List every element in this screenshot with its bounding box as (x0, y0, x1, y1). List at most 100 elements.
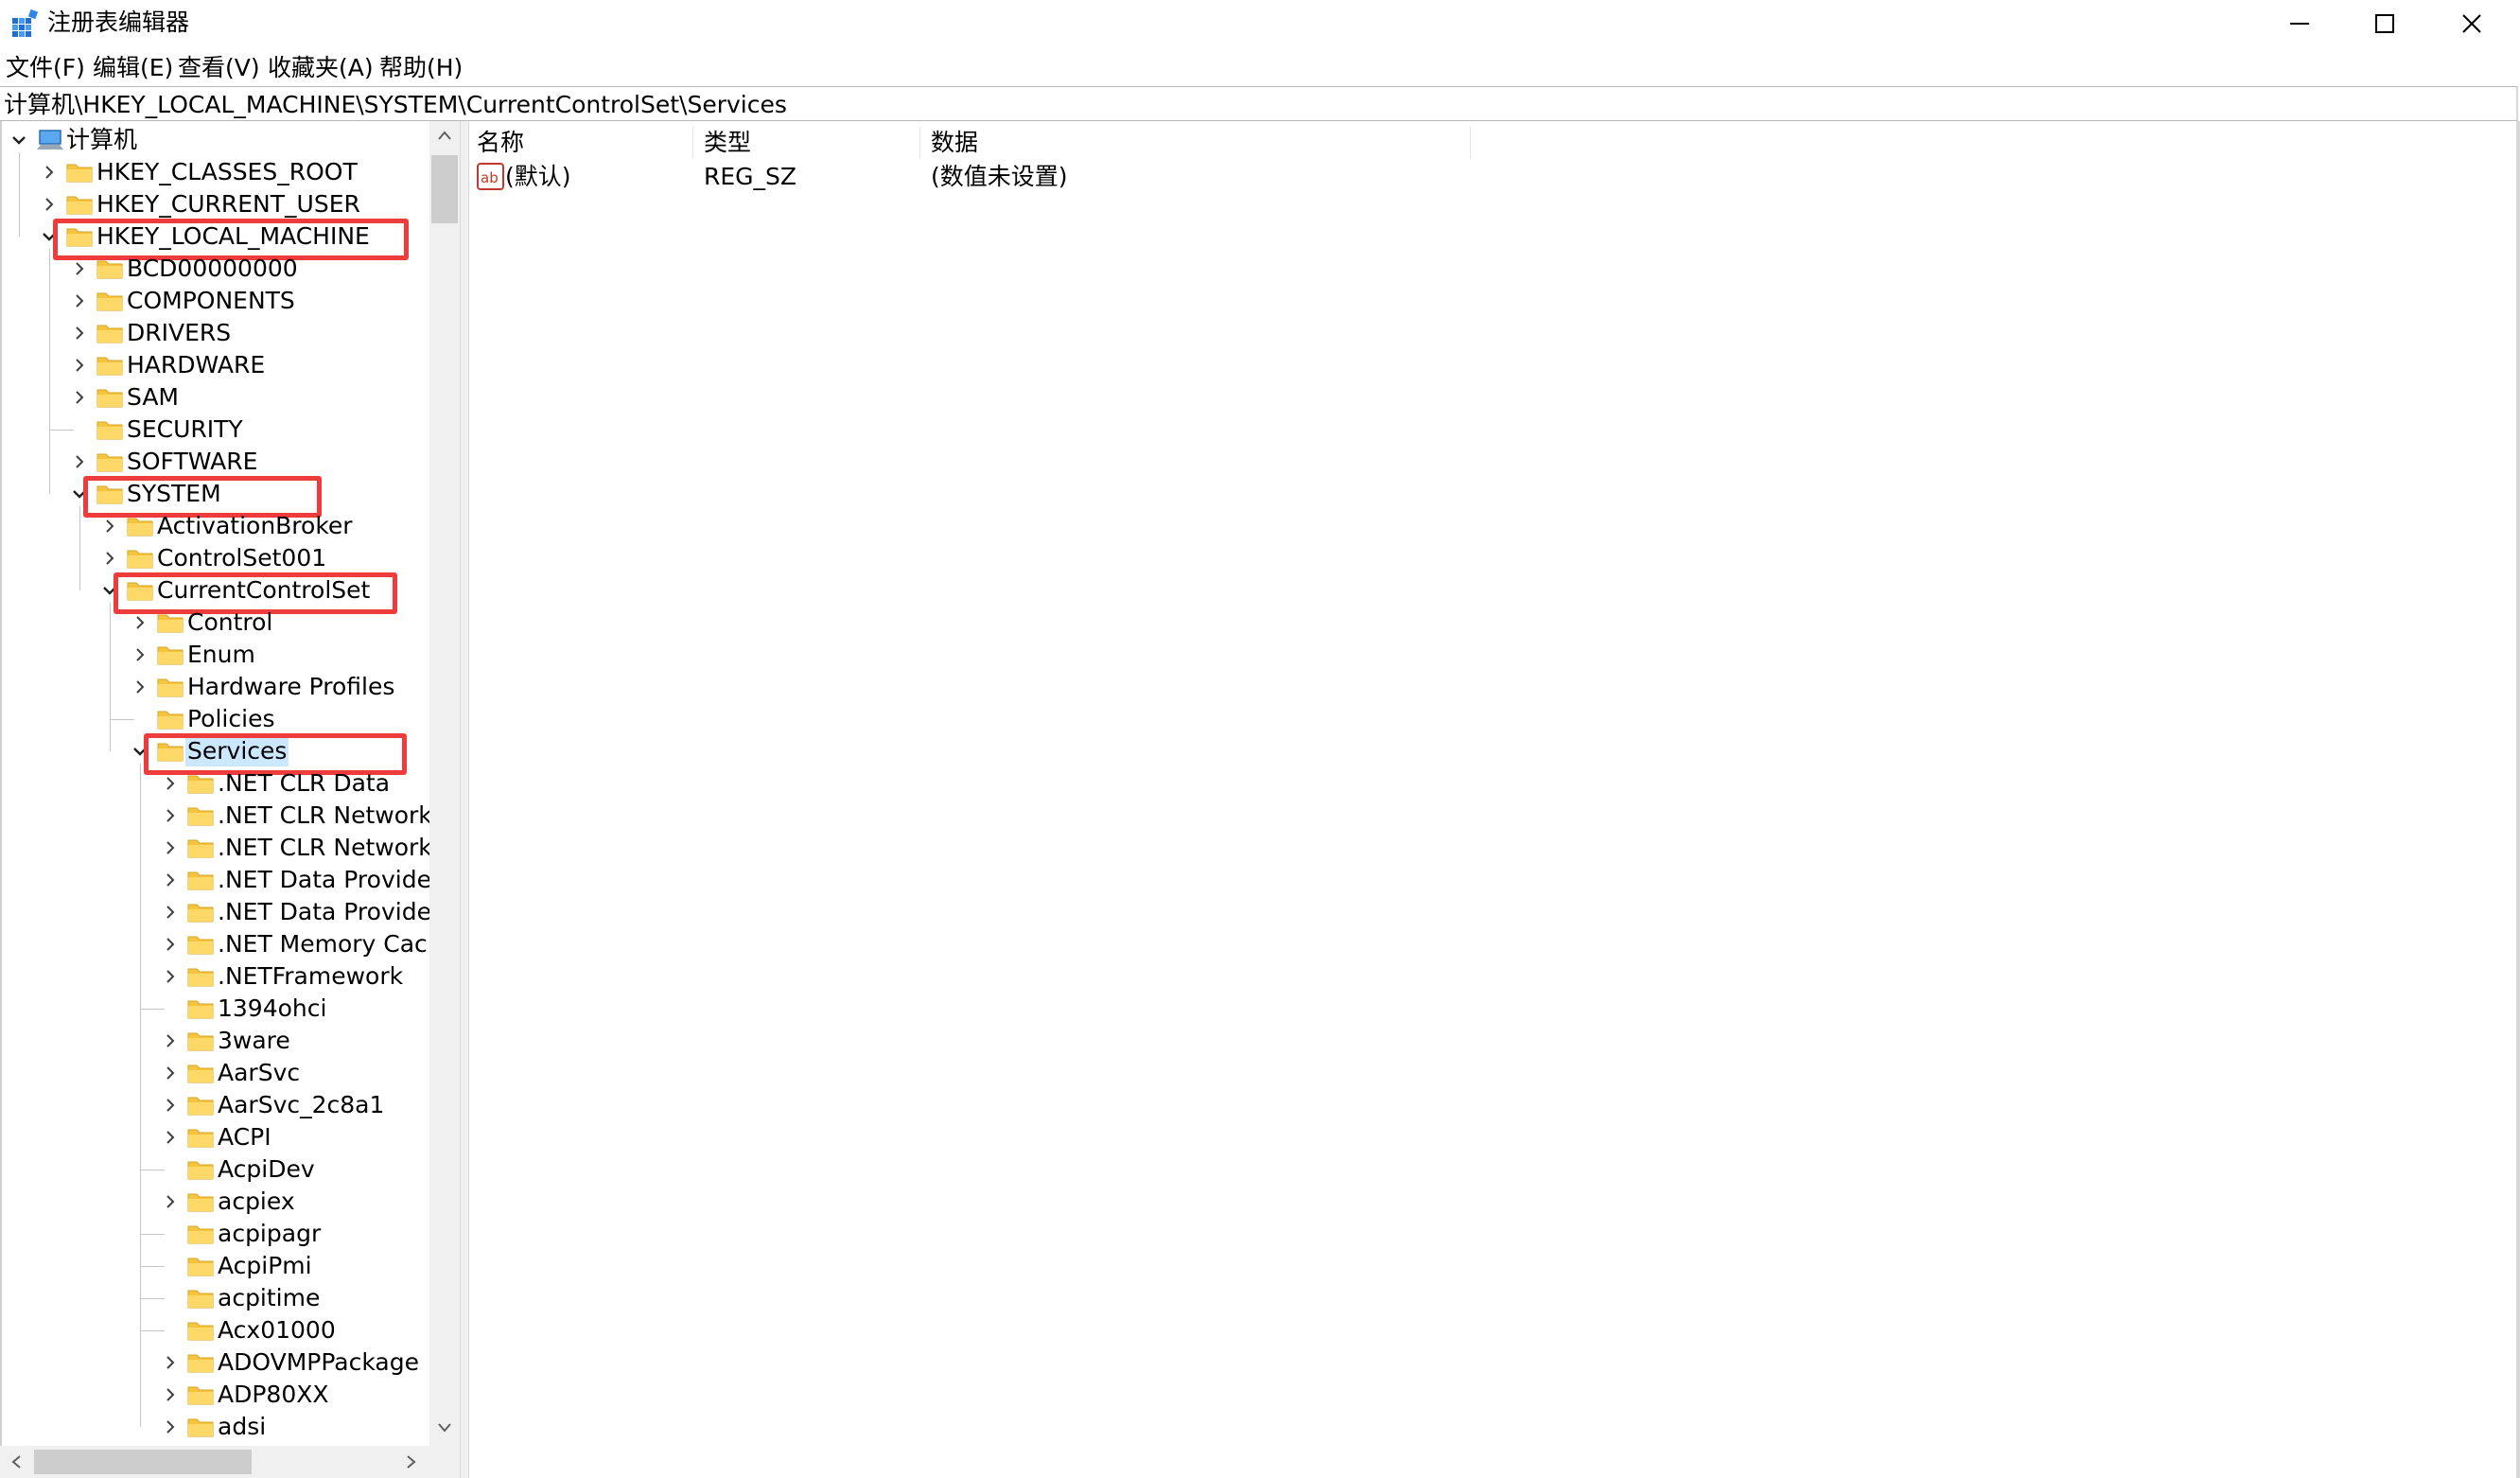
tree-node-label[interactable]: .NET Data Provider (218, 897, 441, 927)
chevron-right-icon[interactable] (159, 933, 182, 956)
tree-node-label[interactable]: Hardware Profiles (187, 672, 394, 702)
tree-node[interactable]: COMPONENTS (2, 285, 431, 317)
chevron-right-icon[interactable] (159, 1351, 182, 1374)
chevron-right-icon[interactable] (159, 965, 182, 988)
menu-view[interactable]: 查看(V) (178, 54, 260, 82)
minimize-button[interactable] (2257, 0, 2344, 49)
tree-node-label[interactable]: AcpiPmi (218, 1251, 312, 1281)
tree-node[interactable]: ACPI (2, 1121, 431, 1153)
column-header-name[interactable]: 名称 (477, 129, 524, 157)
value-name[interactable]: (默认) (505, 163, 571, 191)
tree-node[interactable]: AcpiDev (2, 1153, 431, 1186)
tree-horizontal-scrollbar[interactable] (0, 1446, 429, 1478)
tree-node-label[interactable]: ActivationBroker (157, 511, 353, 541)
tree-node-label[interactable]: CurrentControlSet (157, 575, 370, 606)
tree-node-label[interactable]: ControlSet001 (157, 543, 326, 573)
chevron-right-icon[interactable] (159, 1029, 182, 1052)
tree-node-label[interactable]: 计算机 (66, 125, 137, 155)
tree-node[interactable]: BCD00000000 (2, 253, 431, 285)
tree-node-label[interactable]: ADOVMPPackage (218, 1347, 419, 1378)
tree-node-label[interactable]: adsi (218, 1412, 266, 1442)
tree-node[interactable]: ADOVMPPackage (2, 1346, 431, 1379)
chevron-right-icon[interactable] (68, 386, 91, 409)
tree-node-label[interactable]: .NET Memory Cach (218, 929, 443, 959)
tree-node[interactable]: AarSvc (2, 1057, 431, 1089)
tree-node-label[interactable]: Control (187, 607, 272, 638)
chevron-right-icon[interactable] (129, 643, 151, 666)
chevron-down-icon[interactable] (8, 129, 30, 151)
chevron-right-icon[interactable] (129, 676, 151, 698)
tree-node[interactable]: acpipagr (2, 1218, 431, 1250)
tree-node[interactable]: AarSvc_2c8a1 (2, 1089, 431, 1121)
chevron-right-icon[interactable] (38, 193, 61, 216)
tree-node[interactable]: adsi (2, 1411, 431, 1443)
tree-node-label[interactable]: acpiex (218, 1187, 295, 1217)
scroll-left-icon[interactable] (9, 1454, 23, 1469)
tree-node[interactable]: Policies (2, 703, 431, 735)
column-separator[interactable] (919, 127, 920, 159)
tree-node-label[interactable]: BCD00000000 (127, 254, 298, 284)
chevron-right-icon[interactable] (68, 290, 91, 312)
chevron-right-icon[interactable] (98, 515, 121, 537)
tree-node-label[interactable]: .NETFramework (218, 961, 403, 992)
tree-node[interactable]: .NET CLR Networki (2, 832, 439, 864)
tree-node-label[interactable]: .NET CLR Networki (218, 833, 439, 863)
tree-node[interactable]: .NET Data Provider (2, 864, 441, 896)
tree-node-label[interactable]: .NET CLR Data (218, 768, 390, 799)
menu-file[interactable]: 文件(F) (6, 54, 85, 82)
tree-node[interactable]: Enum (2, 639, 431, 671)
tree-node[interactable]: ControlSet001 (2, 542, 431, 574)
tree-node[interactable]: .NETFramework (2, 960, 431, 993)
column-separator[interactable] (692, 127, 693, 159)
tree-node[interactable]: acpitime (2, 1282, 431, 1314)
column-header-type[interactable]: 类型 (704, 129, 751, 157)
tree-node[interactable]: 3ware (2, 1025, 431, 1057)
tree-node-label[interactable]: SECURITY (127, 414, 243, 445)
tree-node-label[interactable]: 1394ohci (218, 994, 326, 1024)
scroll-down-icon[interactable] (437, 1421, 452, 1434)
tree-node[interactable]: SYSTEM (2, 478, 431, 510)
address-path[interactable]: 计算机\HKEY_LOCAL_MACHINE\SYSTEM\CurrentCon… (4, 91, 787, 119)
chevron-right-icon[interactable] (38, 161, 61, 184)
tree-node[interactable]: ADP80XX (2, 1379, 431, 1411)
tree-node[interactable]: SOFTWARE (2, 446, 431, 478)
tree-node[interactable]: .NET Data Provider (2, 896, 441, 928)
pane-splitter[interactable] (460, 121, 469, 1478)
tree-node[interactable]: Control (2, 607, 431, 639)
tree-node[interactable]: 1394ohci (2, 993, 431, 1025)
tree-node-label[interactable]: HKEY_CLASSES_ROOT (96, 157, 358, 187)
tree-node-label[interactable]: DRIVERS (127, 318, 231, 348)
tree-node-label[interactable]: acpipagr (218, 1219, 321, 1249)
chevron-right-icon[interactable] (159, 1383, 182, 1406)
tree-node-label[interactable]: HKEY_CURRENT_USER (96, 189, 360, 220)
chevron-down-icon[interactable] (38, 225, 61, 248)
chevron-right-icon[interactable] (159, 1190, 182, 1213)
tree-node-label[interactable]: AarSvc_2c8a1 (218, 1090, 384, 1120)
close-button[interactable] (2429, 0, 2516, 49)
scroll-up-icon[interactable] (437, 129, 452, 142)
menu-favorites[interactable]: 收藏夹(A) (268, 54, 374, 82)
tree-node-label[interactable]: HKEY_LOCAL_MACHINE (96, 221, 370, 252)
chevron-right-icon[interactable] (68, 257, 91, 280)
address-bar[interactable]: 计算机\HKEY_LOCAL_MACHINE\SYSTEM\CurrentCon… (0, 86, 2518, 121)
tree-node[interactable]: DRIVERS (2, 317, 431, 349)
chevron-right-icon[interactable] (68, 322, 91, 344)
menu-edit[interactable]: 编辑(E) (93, 54, 173, 82)
tree-node[interactable]: AcpiPmi (2, 1250, 431, 1282)
tree-node-label[interactable]: ACPI (218, 1122, 271, 1152)
column-separator[interactable] (1470, 127, 1471, 159)
tree-node-label[interactable]: SYSTEM (127, 479, 221, 509)
tree-node-label[interactable]: SAM (127, 382, 179, 413)
tree-node[interactable]: 计算机 (2, 124, 431, 156)
tree-node-label[interactable]: AarSvc (218, 1058, 300, 1088)
chevron-right-icon[interactable] (159, 1126, 182, 1149)
tree-node-label[interactable]: Enum (187, 640, 255, 670)
tree-node[interactable]: CurrentControlSet (2, 574, 431, 607)
tree-node[interactable]: .NET CLR Networki (2, 800, 439, 832)
values-list[interactable]: 名称 类型 数据 ab (默认) REG_SZ (数值未设置) (469, 121, 2516, 1478)
tree-node[interactable]: .NET CLR Data (2, 767, 431, 800)
tree-node[interactable]: acpiex (2, 1186, 431, 1218)
column-header-data[interactable]: 数据 (931, 129, 978, 157)
tree-node-label[interactable]: AcpiDev (218, 1154, 315, 1185)
tree-node[interactable]: HKEY_LOCAL_MACHINE (2, 220, 431, 253)
